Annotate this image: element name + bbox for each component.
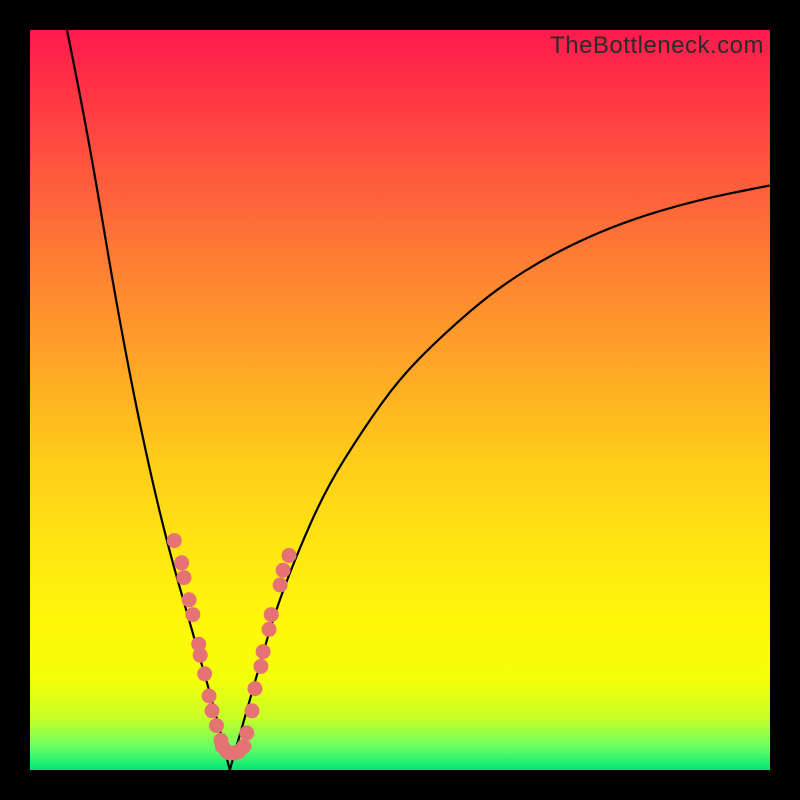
data-dot [253,659,268,674]
data-dot [245,703,260,718]
data-dot [182,592,197,607]
data-dot [247,681,262,696]
data-dot [209,718,224,733]
data-dot [185,607,200,622]
data-dot [236,739,251,754]
data-dot [197,666,212,681]
chart-frame: TheBottleneck.com [30,30,770,770]
data-dot [276,563,291,578]
curve-right [230,185,770,770]
data-dot [239,726,254,741]
data-dot [176,570,191,585]
data-dot [282,548,297,563]
data-dot [262,622,277,637]
data-dot [193,648,208,663]
data-dot [273,578,288,593]
data-dot [205,703,220,718]
data-dot [174,555,189,570]
data-dot [202,689,217,704]
data-dot [167,533,182,548]
data-dots [167,533,297,760]
data-dot [264,607,279,622]
data-dot [256,644,271,659]
chart-svg [30,30,770,770]
